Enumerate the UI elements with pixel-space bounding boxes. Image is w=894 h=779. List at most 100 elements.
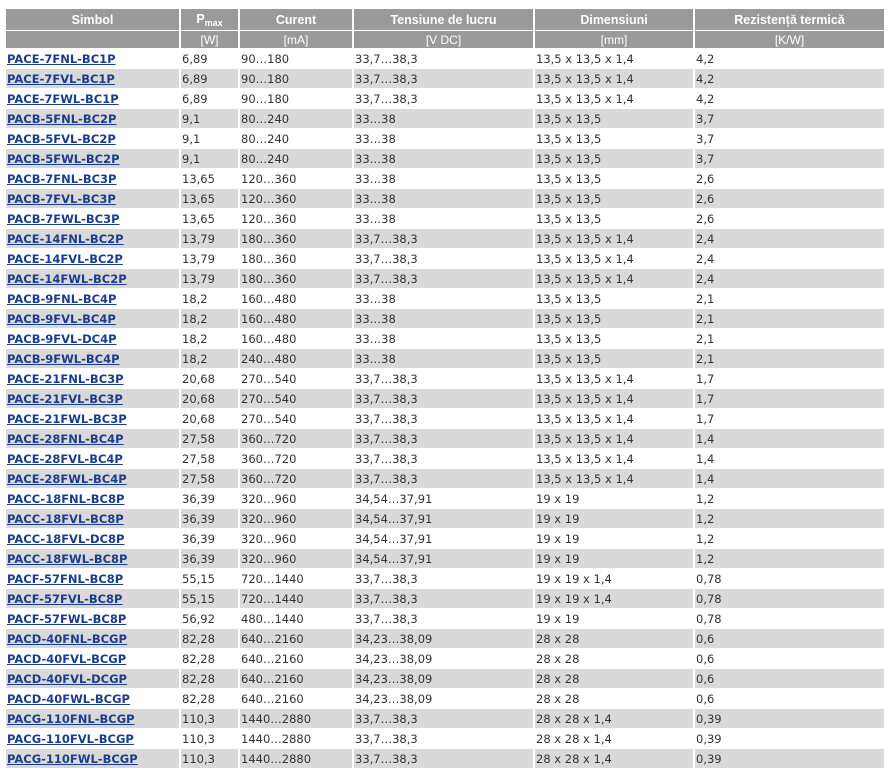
table-body: PACE-7FNL-BC1P 6,89 90…180 33,7…38,3 13,5 x … [6, 48, 884, 769]
product-link[interactable]: PACB-9FNL-BC4P [7, 292, 116, 306]
unit-voltage: [V DC] [353, 30, 535, 49]
product-link[interactable]: PACB-7FNL-BC3P [7, 172, 116, 186]
cell-thermal-resistance: 0,39 [694, 708, 884, 729]
cell-pmax: 13,65 [180, 168, 240, 189]
cell-voltage: 34,54…37,91 [353, 488, 535, 509]
unit-symbol [6, 30, 181, 49]
product-link[interactable]: PACE-21FVL-BC3P [7, 392, 123, 406]
cell-current: 640…2160 [239, 668, 354, 689]
product-link[interactable]: PACE-7FVL-BC1P [7, 72, 115, 86]
cell-thermal-resistance: 1,4 [694, 448, 884, 469]
cell-current: 90…180 [239, 48, 354, 69]
cell-current: 180…360 [239, 268, 354, 289]
cell-dimensions: 13,5 x 13,5 x 1,4 [534, 248, 695, 269]
product-link[interactable]: PACE-14FNL-BC2P [7, 232, 124, 246]
product-link[interactable]: PACD-40FVL-BCGP [7, 652, 126, 666]
table-row: PACB-7FVL-BC3P 13,65 120…360 33…38 13,5 x 13… [6, 188, 884, 209]
table-row: PACF-57FNL-BC8P 55,15 720…1440 33,7…38,3 19 … [6, 568, 884, 589]
product-link[interactable]: PACB-5FNL-BC2P [7, 112, 116, 126]
cell-pmax: 13,79 [180, 248, 240, 269]
product-link[interactable]: PACF-57FWL-BC8P [7, 612, 126, 626]
cell-current: 640…2160 [239, 688, 354, 709]
cell-thermal-resistance: 1,7 [694, 368, 884, 389]
table-row: PACE-7FNL-BC1P 6,89 90…180 33,7…38,3 13,5 x … [6, 48, 884, 69]
cell-pmax: 13,65 [180, 208, 240, 229]
product-link[interactable]: PACG-110FWL-BCGP [7, 752, 138, 766]
cell-voltage: 34,23…38,09 [353, 688, 535, 709]
product-link[interactable]: PACF-57FNL-BC8P [7, 572, 123, 586]
cell-dimensions: 28 x 28 x 1,4 [534, 708, 695, 729]
product-link[interactable]: PACC-18FVL-BC8P [7, 512, 124, 526]
table-row: PACB-7FNL-BC3P 13,65 120…360 33…38 13,5 x 13… [6, 168, 884, 189]
cell-thermal-resistance: 3,7 [694, 148, 884, 169]
product-link[interactable]: PACD-40FWL-BCGP [7, 692, 130, 706]
cell-current: 360…720 [239, 448, 354, 469]
cell-voltage: 33,7…38,3 [353, 68, 535, 89]
cell-current: 240…480 [239, 348, 354, 369]
cell-symbol: PACD-40FVL-DCGP [6, 668, 181, 689]
product-link[interactable]: PACE-14FWL-BC2P [7, 272, 127, 286]
product-link[interactable]: PACF-57FVL-BC8P [7, 592, 122, 606]
cell-pmax: 110,3 [180, 748, 240, 769]
product-link[interactable]: PACD-40FNL-BCGP [7, 632, 127, 646]
cell-voltage: 33,7…38,3 [353, 448, 535, 469]
cell-voltage: 33,7…38,3 [353, 468, 535, 489]
product-link[interactable]: PACB-9FWL-BC4P [7, 352, 120, 366]
product-link[interactable]: PACE-7FWL-BC1P [7, 92, 119, 106]
product-link[interactable]: PACE-28FNL-BC4P [7, 432, 124, 446]
cell-voltage: 33…38 [353, 308, 535, 329]
cell-voltage: 33…38 [353, 188, 535, 209]
product-link[interactable]: PACE-21FWL-BC3P [7, 412, 127, 426]
cell-thermal-resistance: 0,6 [694, 628, 884, 649]
product-link[interactable]: PACE-28FVL-BC4P [7, 452, 123, 466]
table-row: PACB-9FVL-BC4P 18,2 160…480 33…38 13,5 x 13,… [6, 308, 884, 329]
product-link[interactable]: PACG-110FNL-BCGP [7, 712, 135, 726]
product-link[interactable]: PACC-18FVL-DC8P [7, 532, 124, 546]
cell-current: 80…240 [239, 128, 354, 149]
product-link[interactable]: PACC-18FNL-BC8P [7, 492, 124, 506]
cell-voltage: 33,7…38,3 [353, 228, 535, 249]
product-link[interactable]: PACB-5FWL-BC2P [7, 152, 120, 166]
product-link[interactable]: PACB-9FVL-BC4P [7, 312, 116, 326]
product-link[interactable]: PACB-7FWL-BC3P [7, 212, 120, 226]
cell-dimensions: 19 x 19 x 1,4 [534, 568, 695, 589]
product-link[interactable]: PACB-5FVL-BC2P [7, 132, 116, 146]
cell-current: 270…540 [239, 388, 354, 409]
cell-pmax: 82,28 [180, 648, 240, 669]
cell-pmax: 6,89 [180, 68, 240, 89]
cell-symbol: PACG-110FWL-BCGP [6, 748, 181, 769]
table-row: PACC-18FNL-BC8P 36,39 320…960 34,54…37,91 19… [6, 488, 884, 509]
cell-symbol: PACG-110FNL-BCGP [6, 708, 181, 729]
cell-voltage: 33,7…38,3 [353, 588, 535, 609]
cell-symbol: PACD-40FNL-BCGP [6, 628, 181, 649]
product-link[interactable]: PACD-40FVL-DCGP [7, 672, 127, 686]
cell-symbol: PACE-7FNL-BC1P [6, 48, 181, 69]
cell-voltage: 33,7…38,3 [353, 388, 535, 409]
cell-voltage: 33…38 [353, 128, 535, 149]
product-link[interactable]: PACC-18FWL-BC8P [7, 552, 127, 566]
product-link[interactable]: PACB-7FVL-BC3P [7, 192, 116, 206]
cell-pmax: 110,3 [180, 728, 240, 749]
cell-voltage: 33,7…38,3 [353, 268, 535, 289]
cell-voltage: 33,7…38,3 [353, 728, 535, 749]
cell-thermal-resistance: 0,6 [694, 648, 884, 669]
product-link[interactable]: PACE-7FNL-BC1P [7, 52, 116, 66]
cell-current: 1440…2880 [239, 748, 354, 769]
product-link[interactable]: PACE-21FNL-BC3P [7, 372, 124, 386]
cell-pmax: 56,92 [180, 608, 240, 629]
cell-pmax: 36,39 [180, 548, 240, 569]
cell-symbol: PACE-14FNL-BC2P [6, 228, 181, 249]
product-link[interactable]: PACG-110FVL-BCGP [7, 732, 134, 746]
cell-symbol: PACB-5FVL-BC2P [6, 128, 181, 149]
table-row: PACB-5FWL-BC2P 9,1 80…240 33…38 13,5 x 13,5 3… [6, 148, 884, 169]
product-link[interactable]: PACE-14FVL-BC2P [7, 252, 123, 266]
product-link[interactable]: PACE-28FWL-BC4P [7, 472, 127, 486]
product-link[interactable]: PACB-9FVL-DC4P [7, 332, 117, 346]
cell-voltage: 33,7…38,3 [353, 428, 535, 449]
cell-symbol: PACE-7FVL-BC1P [6, 68, 181, 89]
cell-dimensions: 19 x 19 [534, 608, 695, 629]
table-row: PACE-21FVL-BC3P 20,68 270…540 33,7…38,3 13,5… [6, 388, 884, 409]
product-table-container: Simbol Pmax Curent Tensiune de lucru Dim… [6, 9, 884, 769]
col-header-voltage: Tensiune de lucru [353, 9, 535, 31]
table-row: PACD-40FWL-BCGP 82,28 640…2160 34,23…38,09 2… [6, 688, 884, 709]
